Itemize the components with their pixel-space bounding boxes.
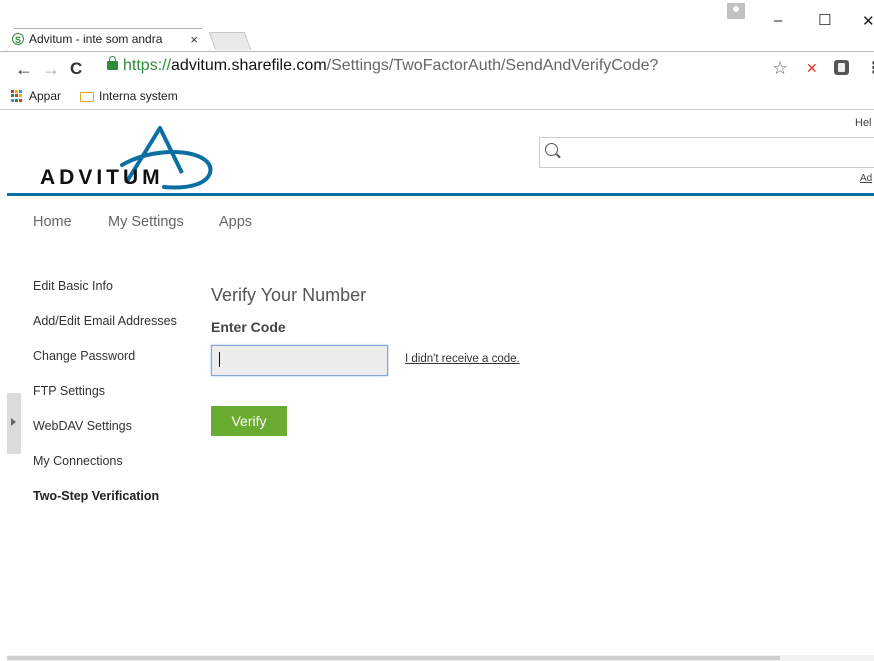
forward-button[interactable]: → xyxy=(42,59,60,80)
bookmark-star-icon[interactable]: ☆ xyxy=(772,58,788,79)
tab-close-icon[interactable]: × xyxy=(190,32,198,47)
apps-grid-icon xyxy=(11,89,24,103)
help-link[interactable]: Hel xyxy=(855,117,872,129)
maximize-button[interactable]: ☐ xyxy=(818,11,831,29)
search-icon[interactable] xyxy=(545,143,558,156)
sidebar-item-two-step-verification[interactable]: Two-Step Verification xyxy=(33,489,159,503)
bookmark-interna-system[interactable]: Interna system xyxy=(80,89,178,103)
extension-shield-icon[interactable] xyxy=(834,60,849,75)
nav-my-settings[interactable]: My Settings xyxy=(108,214,184,230)
new-tab-button[interactable] xyxy=(208,32,252,50)
sidebar-toggle-handle[interactable] xyxy=(7,393,21,454)
profile-icon[interactable] xyxy=(727,3,745,19)
browser-menu-icon[interactable]: ⋮ xyxy=(866,58,874,78)
extension-icon[interactable]: ✕ xyxy=(806,60,818,77)
tab-title: Advitum - inte som andra xyxy=(29,32,163,46)
bookmark-label: Interna system xyxy=(99,89,178,103)
text-caret xyxy=(219,352,220,367)
bookmark-apps[interactable]: Appar xyxy=(11,89,61,103)
folder-icon xyxy=(80,92,94,102)
back-button[interactable]: ← xyxy=(15,59,33,80)
address-url[interactable]: https://advitum.sharefile.com/Settings/T… xyxy=(123,57,658,75)
close-window-button[interactable]: ✕ xyxy=(862,12,874,30)
browser-tab-content[interactable]: S Advitum - inte som andra × xyxy=(12,28,202,50)
sidebar-item-ftp-settings[interactable]: FTP Settings xyxy=(33,384,105,398)
code-label: Enter Code xyxy=(211,319,286,335)
url-scheme: https:// xyxy=(123,57,172,74)
code-input[interactable] xyxy=(211,345,388,376)
nav-apps[interactable]: Apps xyxy=(219,214,252,230)
sidebar-item-edit-basic-info[interactable]: Edit Basic Info xyxy=(33,279,113,293)
sharefile-icon: S xyxy=(12,33,24,45)
logo-wordmark: ADVITUM xyxy=(40,166,164,189)
reload-button[interactable]: C xyxy=(70,59,82,79)
search-input[interactable] xyxy=(539,137,874,168)
minimize-button[interactable]: – xyxy=(774,12,782,29)
lock-icon xyxy=(107,56,118,70)
page-title: Verify Your Number xyxy=(211,285,367,305)
sidebar-item-my-connections[interactable]: My Connections xyxy=(33,454,123,468)
verify-button[interactable]: Verify xyxy=(211,406,287,436)
url-path: /Settings/TwoFactorAuth/SendAndVerifyCod… xyxy=(326,57,659,74)
bookmark-label: Appar xyxy=(29,89,62,103)
resend-code-link[interactable]: I didn't receive a code. xyxy=(405,353,520,365)
url-host: advitum.sharefile.com xyxy=(171,57,327,74)
header-divider xyxy=(7,193,874,196)
scrollbar-thumb[interactable] xyxy=(7,656,780,660)
nav-home[interactable]: Home xyxy=(33,214,72,230)
sidebar-item-email-addresses[interactable]: Add/Edit Email Addresses xyxy=(33,314,177,328)
sidebar-item-webdav-settings[interactable]: WebDAV Settings xyxy=(33,419,132,433)
header-link[interactable]: Ad xyxy=(860,173,872,184)
sidebar-item-change-password[interactable]: Change Password xyxy=(33,349,135,363)
